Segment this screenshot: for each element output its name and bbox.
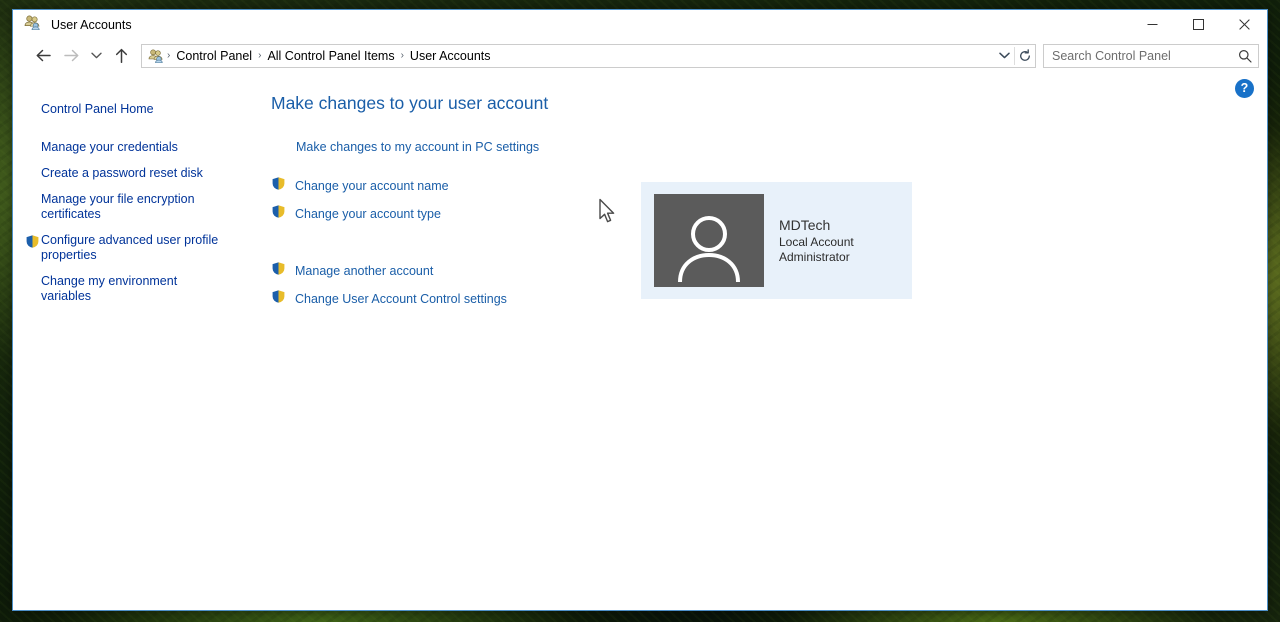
- user-accounts-icon: [24, 15, 41, 35]
- shield-slot-empty: [23, 140, 41, 141]
- uac-shield-icon: [25, 234, 40, 254]
- uac-shield-icon: [271, 261, 286, 281]
- account-type: Local Account: [779, 234, 854, 249]
- sidebar-item-manage-file-encryption-certificates[interactable]: Manage your file encryption certificates: [13, 192, 259, 222]
- search-input[interactable]: [1044, 48, 1232, 63]
- breadcrumb-user-accounts[interactable]: User Accounts: [405, 48, 496, 64]
- shield-slot-empty: [23, 166, 41, 167]
- window-controls: [1129, 10, 1267, 39]
- link-label: Change your account type: [295, 207, 441, 221]
- link-make-changes-in-pc-settings[interactable]: Make changes to my account in PC setting…: [296, 140, 539, 154]
- shield-slot-empty: [23, 192, 41, 193]
- window-body: Control Panel Home Manage your credentia…: [13, 72, 1267, 610]
- link-change-account-type[interactable]: Change your account type: [271, 204, 441, 224]
- uac-shield-icon: [271, 176, 286, 196]
- account-tile: MDTech Local Account Administrator: [641, 182, 912, 299]
- sidebar-item-label: Configure advanced user profile properti…: [41, 233, 219, 262]
- window-title: User Accounts: [51, 17, 132, 32]
- help-icon-label: ?: [1240, 81, 1249, 96]
- sidebar-item-manage-credentials[interactable]: Manage your credentials: [13, 140, 259, 155]
- page-title: Make changes to your user account: [271, 93, 549, 113]
- uac-shield-icon: [271, 204, 286, 224]
- link-change-uac-settings[interactable]: Change User Account Control settings: [271, 289, 507, 309]
- control-panel-window: User Accounts › Control Panel › All Cont…: [12, 9, 1268, 611]
- account-role: Administrator: [779, 250, 850, 264]
- account-name: MDTech: [779, 216, 831, 233]
- recent-locations-button[interactable]: [85, 43, 107, 69]
- link-label: Change your account name: [295, 179, 449, 193]
- breadcrumb-all-control-panel-items[interactable]: All Control Panel Items: [262, 48, 399, 64]
- titlebar-left: User Accounts: [13, 15, 132, 35]
- refresh-icon[interactable]: [1015, 45, 1035, 67]
- address-bar[interactable]: › Control Panel › All Control Panel Item…: [141, 43, 1036, 68]
- shield-slot: [23, 233, 41, 254]
- sidebar: Control Panel Home Manage your credentia…: [13, 72, 259, 610]
- link-change-account-name[interactable]: Change your account name: [271, 176, 449, 196]
- window-titlebar: User Accounts: [13, 10, 1267, 39]
- breadcrumb-user-accounts-icon[interactable]: [146, 45, 166, 67]
- sidebar-item-control-panel-home[interactable]: Control Panel Home: [13, 102, 154, 116]
- close-button[interactable]: [1221, 10, 1267, 39]
- sidebar-task-list: Manage your credentials Create a passwor…: [13, 140, 259, 304]
- forward-button[interactable]: [57, 43, 85, 69]
- sidebar-item-label: Change my environment variables: [41, 274, 178, 303]
- breadcrumb: › Control Panel › All Control Panel Item…: [142, 45, 994, 67]
- shield-slot-empty: [23, 274, 41, 275]
- chevron-down-icon[interactable]: [994, 45, 1014, 67]
- search-icon[interactable]: [1232, 49, 1258, 63]
- link-label: Manage another account: [295, 264, 434, 278]
- sidebar-item-create-password-reset-disk[interactable]: Create a password reset disk: [13, 166, 259, 181]
- sidebar-item-change-environment-variables[interactable]: Change my environment variables: [13, 274, 259, 304]
- navigation-bar: › Control Panel › All Control Panel Item…: [13, 39, 1267, 72]
- link-label: Change User Account Control settings: [295, 292, 507, 306]
- main-content: Make changes to your user account Make c…: [259, 72, 1267, 610]
- back-button[interactable]: [29, 43, 57, 69]
- minimize-button[interactable]: [1129, 10, 1175, 39]
- uac-shield-icon: [271, 289, 286, 309]
- sidebar-item-label: Create a password reset disk: [41, 166, 203, 180]
- sidebar-item-configure-advanced-user-profile-properties[interactable]: Configure advanced user profile properti…: [13, 233, 259, 263]
- sidebar-item-label: Manage your file encryption certificates: [41, 192, 195, 221]
- user-avatar-icon: [667, 210, 751, 287]
- avatar: [654, 194, 764, 287]
- help-icon[interactable]: ?: [1235, 79, 1254, 98]
- address-bar-actions: [994, 45, 1035, 67]
- sidebar-item-label: Manage your credentials: [41, 140, 178, 154]
- breadcrumb-control-panel[interactable]: Control Panel: [171, 48, 257, 64]
- maximize-button[interactable]: [1175, 10, 1221, 39]
- up-button[interactable]: [107, 43, 135, 69]
- link-manage-another-account[interactable]: Manage another account: [271, 261, 433, 281]
- search-box[interactable]: [1043, 43, 1259, 68]
- account-info: MDTech Local Account Administrator: [779, 216, 854, 266]
